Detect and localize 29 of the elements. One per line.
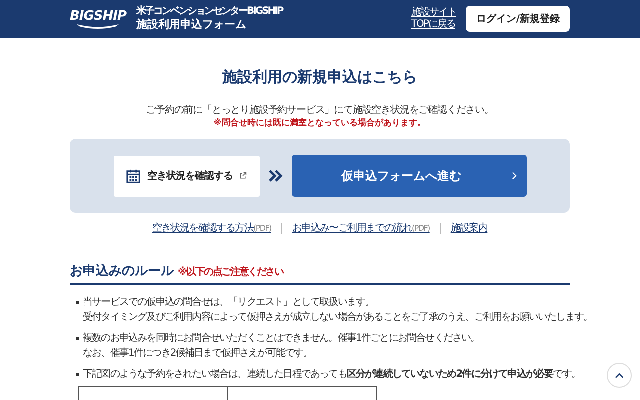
section-note: ※以下の点ご注意ください — [178, 265, 284, 279]
notice-text: ※問合せ時には既に満室となっている場合があります。 — [214, 118, 426, 130]
chevron-up-icon — [615, 372, 624, 378]
proceed-form-button[interactable]: 仮申込フォームへ進む — [292, 155, 526, 197]
check-availability-button[interactable]: 空き状況を確認する — [114, 156, 260, 196]
page-heading: 施設利用の新規申込はこちら — [222, 67, 418, 87]
logo[interactable]: BIGSHIP — [70, 10, 127, 28]
rule-text: 下記図のような予約をされたい場合は、連続した日程であっても区分が連続していないため2件に分けて申込が必要です。 — [83, 368, 580, 382]
external-link-icon — [238, 172, 247, 180]
bullet-icon — [76, 337, 79, 340]
calendar-icon — [126, 168, 142, 184]
bullet-icon — [76, 373, 79, 376]
document-link[interactable]: お申込み〜ご利用までの流れ(PDF) — [292, 221, 430, 235]
rule-text: 受付タイミング及びご利用内容によって仮押さえが成立しない場合があることをご了承のうえ、ご利用をお願いいたします。 — [83, 310, 593, 325]
chevron-right-icon — [512, 172, 516, 180]
site-subtitle: 米子コンベンションセンターBIGSHIP — [136, 6, 283, 18]
double-chevron-icon — [268, 169, 284, 183]
rule-text: なお、催事1件につき2候補日まで仮押さえが可能です。 — [83, 346, 314, 361]
intro-text: ご予約の前に「とっとり施設予約サービス」にて施設空き状況をご確認ください。 — [146, 104, 494, 117]
scroll-to-top-button[interactable] — [607, 363, 632, 388]
rule-text: 当サービスでの仮申込の問合せは、「リクエスト」として取扱います。 — [83, 296, 376, 310]
section-heading: お申込みのルール — [70, 263, 174, 280]
document-link[interactable]: 施設案内 — [450, 221, 488, 235]
bullet-icon — [76, 301, 79, 304]
site-top-link[interactable]: 施設サイト TOPに戻る — [411, 7, 456, 31]
rule-text: 複数のお申込みを同時にお問合せいただくことはできません。催事1件ごとにお問合せください。 — [83, 332, 480, 346]
site-title: 施設利用申込フォーム — [136, 18, 248, 32]
login-button[interactable]: ログイン/新規登録 — [466, 6, 570, 32]
document-link[interactable]: 空き状況を確認する方法(PDF) — [152, 221, 272, 235]
